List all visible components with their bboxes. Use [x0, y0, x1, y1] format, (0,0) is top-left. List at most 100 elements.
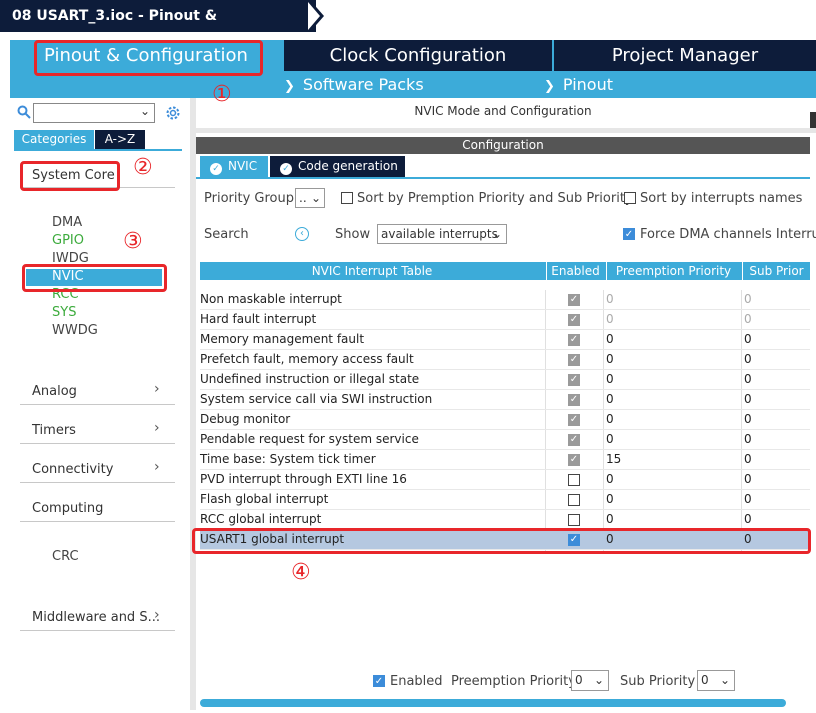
- search-combo[interactable]: ⌄: [33, 103, 155, 123]
- enabled-label: Enabled: [390, 674, 443, 689]
- table-row[interactable]: Prefetch fault, memory access fault ✓ 0 0: [200, 350, 810, 370]
- preemption-priority-cell[interactable]: 15: [606, 452, 621, 466]
- show-select-value: available interrupts: [381, 227, 498, 241]
- preemption-priority-cell[interactable]: 0: [606, 352, 614, 366]
- preemption-priority-select[interactable]: 0 ⌄: [571, 670, 609, 691]
- horizontal-scrollbar[interactable]: [200, 699, 786, 707]
- table-row[interactable]: RCC global interrupt 0 0: [200, 510, 810, 530]
- tab-project-manager[interactable]: Project Manager: [554, 40, 816, 71]
- interrupt-name: Flash global interrupt: [200, 492, 329, 506]
- category-computing[interactable]: Computing: [32, 501, 103, 516]
- sub-priority-cell[interactable]: 0: [744, 412, 752, 426]
- tab-nvic[interactable]: ✓ NVIC: [200, 156, 268, 177]
- chevron-down-icon: ❯: [544, 79, 555, 94]
- sub-priority-value: 0: [701, 673, 709, 687]
- search-back-icon[interactable]: ‹: [295, 227, 309, 241]
- check-circle-icon: ✓: [210, 163, 222, 175]
- table-row[interactable]: System service call via SWI instruction ✓…: [200, 390, 810, 410]
- tab-categories[interactable]: Categories: [14, 130, 94, 149]
- table-row[interactable]: Time base: System tick timer ✓ 15 0: [200, 450, 810, 470]
- category-timers-label: Timers: [32, 423, 76, 438]
- preemption-priority-cell[interactable]: 0: [606, 392, 614, 406]
- enabled-checkbox: ✓: [568, 314, 580, 326]
- interrupt-name: Time base: System tick timer: [200, 452, 376, 466]
- table-row[interactable]: Flash global interrupt 0 0: [200, 490, 810, 510]
- table-row[interactable]: Debug monitor ✓ 0 0: [200, 410, 810, 430]
- category-connectivity[interactable]: Connectivity ›: [32, 459, 160, 477]
- preemption-priority-cell[interactable]: 0: [606, 372, 614, 386]
- show-select[interactable]: available interrupts ⌄: [377, 224, 507, 244]
- sub-priority-cell[interactable]: 0: [744, 472, 752, 486]
- peripheral-dma[interactable]: DMA: [52, 215, 82, 230]
- preemption-priority-label: Preemption Priority: [451, 674, 576, 689]
- column-preemption-priority[interactable]: Preemption Priority: [606, 262, 740, 280]
- preemption-priority-cell[interactable]: 0: [606, 312, 614, 326]
- preemption-priority-cell[interactable]: 0: [606, 332, 614, 346]
- sub-priority-cell[interactable]: 0: [744, 512, 752, 526]
- peripheral-wwdg[interactable]: WWDG: [52, 323, 98, 338]
- sub-priority-cell[interactable]: 0: [744, 432, 752, 446]
- divider: [20, 630, 175, 631]
- chevron-right-icon: ›: [154, 459, 160, 475]
- table-row[interactable]: Undefined instruction or illegal state ✓ 0…: [200, 370, 810, 390]
- preemption-priority-cell[interactable]: 0: [606, 512, 614, 526]
- enabled-checkbox: ✓: [568, 374, 580, 386]
- enabled-checkbox[interactable]: [568, 474, 580, 486]
- annotation-box-4: [192, 528, 811, 554]
- enabled-checkbox[interactable]: ✓: [373, 675, 385, 687]
- enabled-checkbox[interactable]: [568, 514, 580, 526]
- divider: [20, 521, 175, 522]
- enabled-checkbox[interactable]: [568, 494, 580, 506]
- chevron-down-icon: ⌄: [719, 673, 730, 687]
- chevron-down-icon: ⌄: [310, 191, 321, 205]
- force-dma-checkbox[interactable]: ✓: [623, 228, 635, 240]
- pinout-menu[interactable]: ❯ Pinout: [544, 71, 613, 98]
- column-interrupt[interactable]: NVIC Interrupt Table: [200, 262, 544, 280]
- category-middleware[interactable]: Middleware and S... ›: [32, 607, 160, 625]
- tab-clock-configuration[interactable]: Clock Configuration: [284, 40, 552, 71]
- sort-premption-checkbox[interactable]: [341, 192, 353, 204]
- column-sub-priority[interactable]: Sub Prior: [742, 262, 810, 280]
- divider: [20, 443, 175, 444]
- category-timers[interactable]: Timers ›: [32, 420, 160, 438]
- gear-icon[interactable]: [164, 104, 182, 122]
- sub-priority-cell[interactable]: 0: [744, 332, 752, 346]
- sub-priority-cell[interactable]: 0: [744, 392, 752, 406]
- preemption-priority-cell[interactable]: 0: [606, 412, 614, 426]
- configuration-title: Configuration: [196, 137, 810, 154]
- table-row[interactable]: Non maskable interrupt ✓ 0 0: [200, 290, 810, 310]
- sub-priority-cell[interactable]: 0: [744, 292, 752, 306]
- tab-code-generation[interactable]: ✓ Code generation: [270, 156, 405, 177]
- annotation-number-3: ③: [123, 229, 143, 254]
- preemption-priority-cell[interactable]: 0: [606, 492, 614, 506]
- category-analog[interactable]: Analog ›: [32, 381, 160, 399]
- annotation-number-4: ④: [291, 560, 311, 585]
- annotation-box-3: [22, 264, 167, 292]
- priority-group-select[interactable]: .. ⌄: [295, 188, 325, 208]
- force-dma-label: Force DMA channels Interrup: [640, 227, 816, 242]
- sub-priority-cell[interactable]: 0: [744, 312, 752, 326]
- sub-priority-select[interactable]: 0 ⌄: [697, 670, 735, 691]
- search-label: Search: [204, 227, 249, 242]
- tab-a-to-z[interactable]: A->Z: [95, 130, 145, 149]
- peripheral-gpio[interactable]: GPIO: [52, 233, 84, 248]
- software-packs-label: Software Packs: [302, 75, 424, 94]
- window-title: 08 USART_3.ioc - Pinout & Configuration: [0, 0, 316, 56]
- table-row[interactable]: Hard fault interrupt ✓ 0 0: [200, 310, 810, 330]
- sort-names-checkbox[interactable]: [624, 192, 636, 204]
- peripheral-sys[interactable]: SYS: [52, 305, 76, 320]
- preemption-priority-cell[interactable]: 0: [606, 292, 614, 306]
- table-row[interactable]: Memory management fault ✓ 0 0: [200, 330, 810, 350]
- sub-priority-cell[interactable]: 0: [744, 452, 752, 466]
- sub-priority-cell[interactable]: 0: [744, 372, 752, 386]
- preemption-priority-cell[interactable]: 0: [606, 432, 614, 446]
- search-icon[interactable]: [17, 105, 31, 119]
- sub-priority-cell[interactable]: 0: [744, 492, 752, 506]
- preemption-priority-cell[interactable]: 0: [606, 472, 614, 486]
- table-row[interactable]: PVD interrupt through EXTI line 16 0 0: [200, 470, 810, 490]
- software-packs-menu[interactable]: ❯ Software Packs: [284, 71, 424, 98]
- sub-priority-cell[interactable]: 0: [744, 352, 752, 366]
- table-row[interactable]: Pendable request for system service ✓ 0 0: [200, 430, 810, 450]
- peripheral-crc[interactable]: CRC: [52, 549, 79, 564]
- column-enabled[interactable]: Enabled: [546, 262, 604, 280]
